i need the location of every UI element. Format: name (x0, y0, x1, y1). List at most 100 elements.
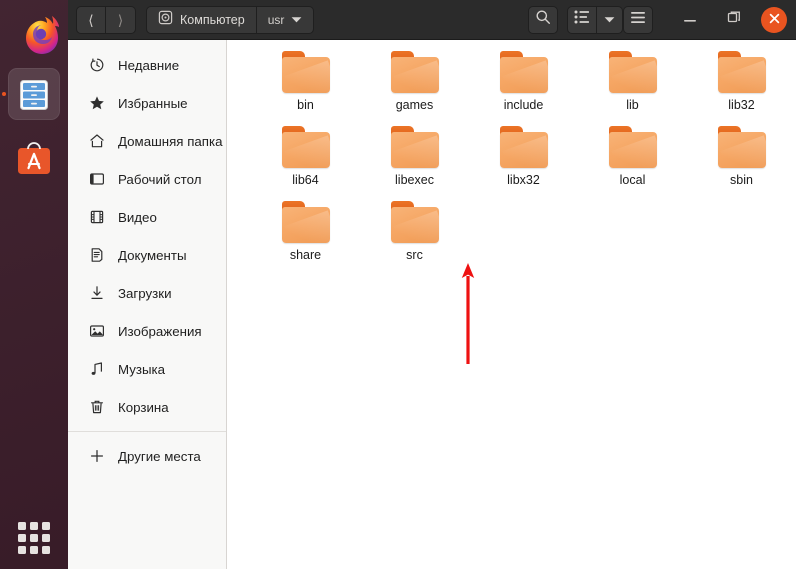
folder-icon (390, 51, 439, 93)
file-item[interactable]: sbin (687, 123, 796, 198)
sidebar-item-trash[interactable]: Корзина (68, 388, 226, 426)
apps-grid-dot (30, 546, 38, 554)
folder-icon (608, 126, 657, 168)
maximize-icon (727, 10, 741, 29)
folder-icon (499, 126, 548, 168)
image-icon (88, 323, 105, 340)
maximize-button[interactable] (719, 5, 749, 35)
dock-item-files[interactable] (2, 68, 60, 120)
download-icon (88, 285, 105, 302)
sidebar-item-home[interactable]: Домашняя папка (68, 122, 226, 160)
folder-icon (717, 126, 766, 168)
view-mode-group (567, 5, 623, 34)
search-button[interactable] (528, 5, 558, 34)
sidebar-label: Видео (118, 209, 157, 225)
sidebar-label: Корзина (118, 399, 169, 415)
music-note-icon (88, 361, 105, 378)
folder-icon (281, 126, 330, 168)
minimize-icon (683, 11, 697, 29)
apps-grid-dot (18, 522, 26, 530)
folder-icon (717, 51, 766, 93)
firefox-icon (18, 12, 66, 60)
path-button-usr[interactable]: usr (256, 5, 315, 34)
sidebar-item-downloads[interactable]: Загрузки (68, 274, 226, 312)
file-item[interactable]: local (578, 123, 687, 198)
sidebar-item-recent[interactable]: Недавние (68, 46, 226, 84)
folder-icon (390, 126, 439, 168)
file-label: libx32 (507, 173, 540, 187)
sidebar-item-other-locations[interactable]: Другие места (68, 437, 226, 475)
file-item[interactable]: lib64 (251, 123, 360, 198)
apps-grid-dot (18, 534, 26, 542)
sidebar-item-pictures[interactable]: Изображения (68, 312, 226, 350)
clock-icon (88, 57, 105, 74)
sidebar-item-videos[interactable]: Видео (68, 198, 226, 236)
file-item[interactable]: src (360, 198, 469, 273)
main-menu-button[interactable] (623, 5, 653, 34)
sidebar-item-music[interactable]: Музыка (68, 350, 226, 388)
file-label: sbin (730, 173, 753, 187)
back-button[interactable]: ⟨ (76, 5, 106, 34)
folder-icon (281, 51, 330, 93)
ubuntu-dock (0, 0, 68, 569)
running-indicator-dot (2, 92, 6, 96)
file-list-view[interactable]: bin games include lib lib32 lib64 libexe… (227, 40, 796, 569)
file-item[interactable]: share (251, 198, 360, 273)
file-label: local (619, 173, 646, 187)
show-applications-button[interactable] (18, 522, 50, 554)
file-label: libexec (395, 173, 434, 187)
sidebar-item-starred[interactable]: Избранные (68, 84, 226, 122)
file-item[interactable]: libexec (360, 123, 469, 198)
sidebar-separator (68, 431, 226, 432)
view-options-dropdown-button[interactable] (597, 5, 623, 34)
document-icon (88, 247, 105, 264)
file-item[interactable]: include (469, 48, 578, 123)
dock-item-firefox[interactable] (8, 6, 60, 58)
chevron-down-icon (604, 11, 615, 29)
list-view-icon (574, 10, 590, 29)
sidebar-label: Изображения (118, 323, 202, 339)
close-button[interactable] (761, 6, 787, 33)
file-item[interactable]: libx32 (469, 123, 578, 198)
file-manager-window: ⟨ ⟩ Компьютер usr Недавние Избранные Дом… (68, 0, 796, 569)
path-label-computer: Компьютер (180, 12, 245, 27)
apps-grid-dot (30, 522, 38, 530)
file-item[interactable]: lib32 (687, 48, 796, 123)
trash-icon (88, 399, 105, 416)
window-body: Недавние Избранные Домашняя папка Рабочи… (68, 40, 796, 569)
plus-icon (88, 448, 105, 465)
drive-icon (158, 10, 173, 30)
path-button-computer[interactable]: Компьютер (146, 5, 257, 34)
sidebar-label: Недавние (118, 57, 180, 73)
sidebar-item-documents[interactable]: Документы (68, 236, 226, 274)
ubuntu-software-icon (17, 141, 51, 175)
screen: ⟨ ⟩ Компьютер usr Недавние Избранные Дом… (0, 0, 796, 569)
file-item[interactable]: games (360, 48, 469, 123)
icon-grid: bin games include lib lib32 lib64 libexe… (227, 40, 796, 273)
file-item[interactable]: lib (578, 48, 687, 123)
list-view-button[interactable] (567, 5, 597, 34)
file-label: lib32 (728, 98, 755, 112)
file-item[interactable]: bin (251, 48, 360, 123)
forward-button[interactable]: ⟩ (106, 5, 136, 34)
folder-icon (281, 201, 330, 243)
file-label: include (503, 98, 544, 112)
folder-icon (608, 51, 657, 93)
path-label-usr: usr (267, 12, 285, 27)
annotation-arrow-to-share (460, 262, 476, 364)
sidebar-label: Музыка (118, 361, 166, 377)
folder-icon (390, 201, 439, 243)
sidebar-label: Рабочий стол (118, 171, 202, 187)
chevron-right-icon: ⟩ (117, 11, 124, 28)
close-icon (769, 11, 780, 29)
chevron-left-icon: ⟨ (88, 11, 94, 28)
star-icon (88, 95, 105, 112)
sidebar-item-desktop[interactable]: Рабочий стол (68, 160, 226, 198)
dock-item-ubuntu-software[interactable] (8, 132, 60, 184)
sidebar-label: Другие места (118, 448, 201, 464)
header-bar: ⟨ ⟩ Компьютер usr (68, 0, 796, 40)
apps-grid-dot (30, 534, 38, 542)
sidebar-label: Избранные (118, 95, 188, 111)
minimize-button[interactable] (675, 5, 705, 35)
home-icon (88, 133, 105, 150)
